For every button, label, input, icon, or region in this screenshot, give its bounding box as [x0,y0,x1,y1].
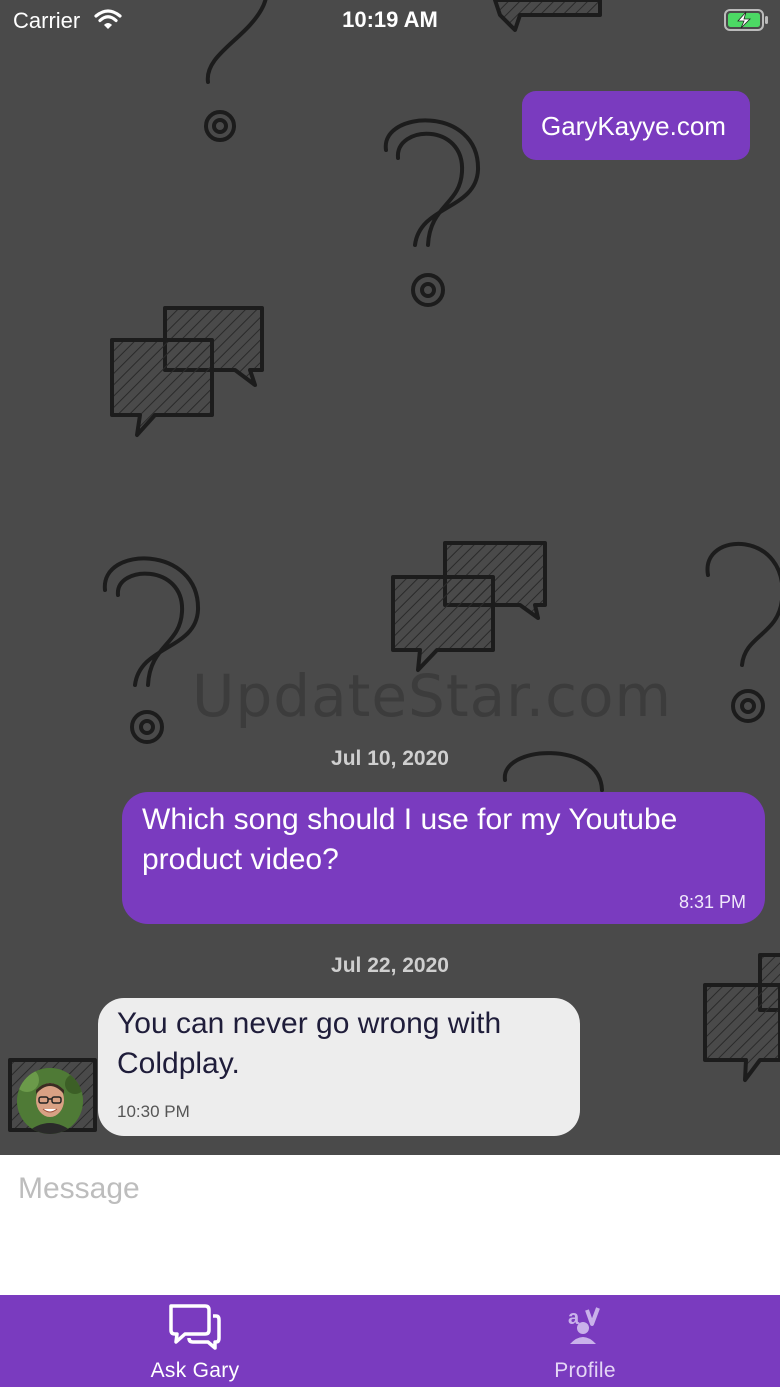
status-bar: Carrier 10:19 AM [0,0,780,40]
avatar[interactable] [17,1068,83,1134]
date-separator: Jul 10, 2020 [331,747,449,770]
outgoing-message-bubble[interactable]: Which song should I use for my Youtube p… [122,792,765,924]
chat-bubbles-icon [167,1302,223,1355]
tab-bar: Ask Gary a Profile [0,1295,780,1387]
message-text: Which song should I use for my Youtube p… [142,803,678,876]
incoming-message-bubble[interactable]: You can never go wrong with Coldplay. 10… [98,998,580,1136]
profile-icon: a [565,1302,605,1349]
watermark: UpdateStar.com [192,662,672,730]
tab-profile[interactable]: a Profile [390,1295,780,1387]
tab-ask-gary[interactable]: Ask Gary [0,1295,390,1387]
message-input[interactable] [18,1169,758,1209]
clock: 10:19 AM [342,7,438,32]
message-timestamp: 8:31 PM [678,892,746,912]
message-timestamp: 10:30 PM [117,1102,190,1121]
message-text: You can never go wrong with Coldplay. [117,1007,502,1080]
link-message-bubble[interactable]: GaryKayye.com [522,91,750,160]
tab-label: Profile [554,1359,616,1382]
date-separator: Jul 22, 2020 [331,954,449,977]
chat-screen: UpdateStar.com Carrier 10:19 AM GaryKayy… [0,0,780,1387]
tab-label: Ask Gary [150,1359,240,1382]
message-composer [0,1155,780,1295]
battery-charging-icon [724,9,770,36]
doodle-background [8,0,780,1132]
